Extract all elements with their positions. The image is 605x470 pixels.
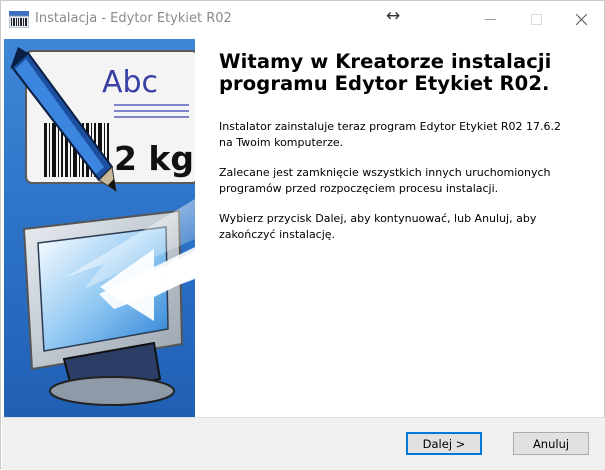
next-button[interactable]: Dalej > — [406, 432, 482, 455]
minimize-button[interactable] — [467, 1, 513, 38]
info-paragraph-instructions: Wybierz przycisk Dalej, aby kontynuować,… — [219, 212, 537, 241]
title-bar[interactable]: Instalacja - Edytor Etykiet R02 ↔ — [1, 1, 604, 38]
weight-text: 2 kg — [114, 139, 194, 178]
info-paragraph-install: Instalator zainstaluje teraz program Edy… — [219, 120, 562, 149]
close-icon — [575, 14, 587, 25]
window-title: Instalacja - Edytor Etykiet R02 — [35, 11, 232, 26]
welcome-content: Witamy w Kreatorze instalacji programu E… — [219, 51, 594, 257]
abc-text: Abc — [102, 65, 158, 100]
installer-window: Instalacja - Edytor Etykiet R02 ↔ Abc 2 … — [0, 0, 605, 470]
welcome-banner-image: Abc 2 kg — [4, 39, 195, 417]
resize-cursor-icon: ↔ — [386, 6, 401, 26]
maximize-icon — [530, 14, 542, 25]
maximize-button[interactable] — [513, 1, 559, 38]
info-paragraph-close-programs: Zalecane jest zamknięcie wszystkich inny… — [219, 166, 551, 195]
button-bar: Dalej > Anuluj — [2, 417, 605, 470]
cancel-button[interactable]: Anuluj — [513, 432, 589, 455]
close-button[interactable] — [558, 1, 604, 38]
app-icon — [9, 11, 29, 28]
minimize-icon — [484, 19, 496, 20]
welcome-heading: Witamy w Kreatorze instalacji programu E… — [219, 50, 552, 95]
